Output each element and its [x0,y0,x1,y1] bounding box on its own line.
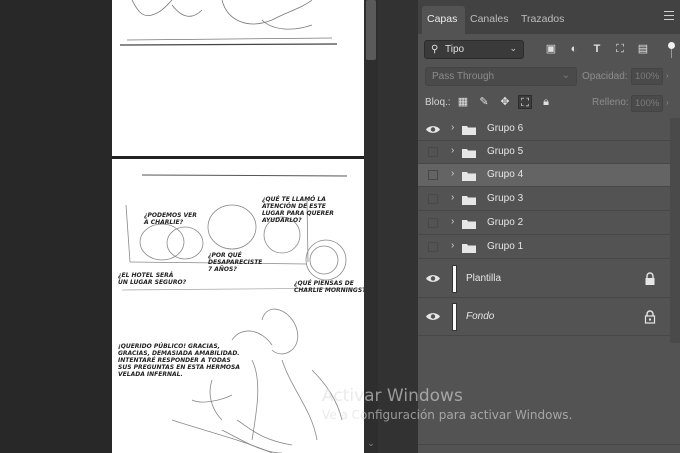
search-icon: ⚲ [431,44,439,55]
layer-row[interactable]: › Grupo 6 [418,118,670,141]
opacity-arrow-icon[interactable]: › [666,71,669,80]
panel-divider [112,156,364,159]
layer-name: Grupo 6 [487,123,524,134]
adjustment-filter-icon[interactable]: ◐ [567,42,581,56]
layer-thumbnail [452,265,457,293]
smart-object-filter-icon[interactable]: ▤ [636,42,650,56]
folder-icon [462,196,476,205]
type-filter-icon[interactable]: T [590,42,604,56]
folder-icon [462,149,476,158]
lock-all-icon[interactable]: 🔒︎ [539,95,553,109]
folder-icon [462,220,476,229]
layer-name: Grupo 4 [487,169,524,180]
chevron-down-icon: ⌄ [561,70,570,81]
fill-label: Relleno: [592,97,629,108]
visibility-toggle[interactable] [428,147,438,157]
expand-chevron-icon[interactable]: › [451,240,454,251]
panel-footer-divider [418,444,680,445]
panel-menu-icon[interactable] [664,11,674,20]
comic-bubble-text: ¿POR QUÉ DESAPARECISTE 7 AÑOS? [208,252,263,273]
layer-name: Plantilla [466,273,502,284]
layer-name: Grupo 5 [487,146,524,157]
layer-name: Fondo [466,311,495,322]
visibility-toggle[interactable] [428,194,438,204]
fill-field[interactable]: 100% [631,95,663,112]
visibility-toggle[interactable] [428,218,438,228]
expand-chevron-icon[interactable]: › [451,145,454,156]
comic-bubble-text: ¿QUÉ PIENSAS DE CHARLIE MORNINGSTAR? [294,280,364,294]
layer-row[interactable]: Fondo [418,298,670,336]
layers-list: › Grupo 6 › Grupo 5 › Grupo 4 › Grupo 3 … [418,118,670,338]
lock-position-icon[interactable]: ✥ [498,95,512,109]
lock-icon [644,310,656,324]
eye-icon[interactable] [424,309,442,324]
folder-icon [462,126,476,135]
filter-kind-label: Tipo [445,44,465,55]
tab-capas[interactable]: Capas [422,6,465,34]
panel-tabs: Capas Canales Trazados [418,0,680,34]
activation-watermark-subtitle: Ve a Configuración para activar Windows. [322,408,573,422]
opacity-label: Opacidad: [582,71,628,82]
lock-label: Bloq.: [425,97,451,108]
layer-row[interactable]: Plantilla [418,260,670,298]
blend-mode-select[interactable]: Pass Through ⌄ [425,67,577,86]
layer-row[interactable]: › Grupo 2 [418,212,670,235]
image-filter-icon[interactable]: ▣ [544,42,558,56]
activation-watermark-title: Activar Windows [322,386,463,406]
layer-row-selected[interactable]: › Grupo 4 [418,164,670,187]
fill-arrow-icon[interactable]: › [666,98,669,107]
comic-bubble-text: ¿EL HOTEL SERÁ UN LUGAR SEGURO? [118,272,187,286]
layer-name: Grupo 3 [487,193,524,204]
expand-chevron-icon[interactable]: › [451,122,454,133]
expand-chevron-icon[interactable]: › [451,192,454,203]
folder-icon [462,172,476,181]
tab-canales[interactable]: Canales [470,6,510,34]
filter-toggle[interactable] [664,41,678,59]
layer-name: Grupo 2 [487,217,524,228]
visibility-toggle[interactable] [428,242,438,252]
expand-chevron-icon[interactable]: › [451,168,454,179]
blend-mode-value: Pass Through [432,71,495,82]
shape-filter-icon[interactable]: ⛶ [613,42,627,56]
eye-icon[interactable] [424,271,442,286]
comic-bubble-text: ¿QUÉ TE LLAMÓ LA ATENCIÓN DE ESTE LUGAR … [262,196,334,224]
layer-row[interactable]: › Grupo 3 [418,188,670,211]
chevron-down-icon: ⌄ [509,43,517,53]
opacity-field[interactable]: 100% [631,68,663,85]
layer-name: Grupo 1 [487,241,524,252]
lock-image-icon[interactable]: ✎ [477,95,491,109]
tab-trazados[interactable]: Trazados [521,6,565,34]
lock-icon [645,272,655,285]
visibility-toggle[interactable] [428,170,438,180]
eye-icon[interactable] [424,122,442,137]
lock-transparency-icon[interactable]: ▦ [456,95,470,109]
filter-kind-select[interactable]: ⚲ Tipo ⌄ [424,40,524,59]
layer-row[interactable]: › Grupo 1 [418,236,670,259]
folder-icon [462,244,476,253]
scroll-down-icon[interactable]: ⌄ [366,438,376,450]
expand-chevron-icon[interactable]: › [451,216,454,227]
layer-row[interactable]: › Grupo 5 [418,141,670,164]
lock-artboard-icon[interactable]: ⛶ [518,95,532,109]
scrollbar-thumb[interactable] [366,0,376,60]
layers-scrollbar[interactable] [670,118,680,343]
comic-bubble-text: ¡QUERIDO PÚBLICO! GRACIAS, GRACIAS, DEMA… [118,343,240,378]
comic-bubble-text: ¿PODEMOS VER A CHARLIE? [144,212,197,226]
layer-thumbnail [452,303,457,331]
